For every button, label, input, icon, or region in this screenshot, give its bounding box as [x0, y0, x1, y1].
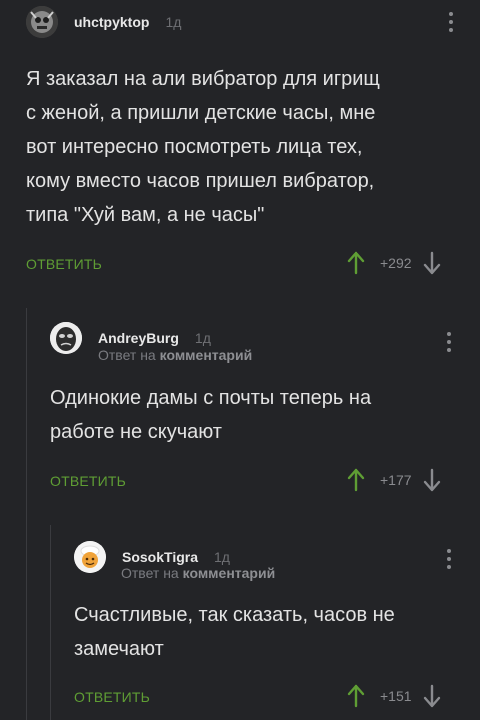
avatar[interactable] — [26, 6, 58, 38]
comment-time: 1д — [194, 330, 211, 346]
comment-line: типа "Хуй вам, а не часы" — [26, 204, 265, 226]
parent-comment-link[interactable]: комментарий — [160, 347, 253, 363]
avatar[interactable] — [50, 322, 82, 354]
avatar-image — [26, 6, 58, 38]
avatar[interactable] — [74, 541, 106, 573]
reply-to-prefix: Ответ на — [121, 565, 183, 581]
comment-time: 1д — [214, 549, 230, 565]
vote-controls: +177 — [346, 468, 442, 492]
comment-line: с женой, а пришли детские часы, мне — [26, 102, 376, 124]
comment-line: Счастливые, так сказать, часов не — [74, 604, 395, 626]
comment-time: 1д — [165, 14, 182, 30]
avatar-image — [50, 322, 82, 354]
comment-line: Я заказал на али вибратор для игрищ — [26, 68, 380, 90]
more-vertical-icon[interactable] — [448, 12, 454, 32]
thread-line — [26, 308, 27, 720]
comment-text: Счастливые, так сказать, часов не замеча… — [74, 598, 395, 666]
comment-line: кому вместо часов пришел вибратор, — [26, 170, 375, 192]
score: +292 — [380, 255, 412, 271]
username[interactable]: AndreyBurg — [98, 330, 179, 346]
reply-to-subtitle: Ответ на комментарий — [121, 565, 275, 581]
comment-line: работе не скучают — [50, 421, 222, 443]
comment-line: вот интересно посмотреть лица тех, — [26, 136, 363, 158]
reply-button[interactable]: ОТВЕТИТЬ — [50, 473, 126, 489]
upvote-arrow-icon[interactable] — [346, 251, 366, 275]
upvote-arrow-icon[interactable] — [346, 468, 366, 492]
comment-line: Одинокие дамы с почты теперь на — [50, 387, 372, 409]
more-vertical-icon[interactable] — [446, 332, 452, 352]
username[interactable]: uhctpyktop — [74, 14, 149, 30]
username[interactable]: SosokTigra — [122, 549, 198, 565]
upvote-arrow-icon[interactable] — [346, 684, 366, 708]
reply-to-subtitle: Ответ на комментарий — [98, 347, 252, 363]
reply-button[interactable]: ОТВЕТИТЬ — [74, 689, 150, 705]
downvote-arrow-icon[interactable] — [422, 684, 442, 708]
downvote-arrow-icon[interactable] — [422, 468, 442, 492]
downvote-arrow-icon[interactable] — [422, 251, 442, 275]
avatar-image — [74, 541, 106, 573]
score: +151 — [380, 688, 412, 704]
comment-header: uhctpyktop 1д — [26, 6, 181, 38]
comment-text: Я заказал на али вибратор для игрищ с же… — [26, 62, 380, 232]
comment-text: Одинокие дамы с почты теперь на работе н… — [50, 381, 371, 449]
comment-line: замечают — [74, 638, 164, 660]
reply-button[interactable]: ОТВЕТИТЬ — [26, 256, 102, 272]
vote-controls: +151 — [346, 684, 442, 708]
thread-line — [50, 525, 51, 720]
reply-to-prefix: Ответ на — [98, 347, 160, 363]
vote-controls: +292 — [346, 251, 442, 275]
more-vertical-icon[interactable] — [446, 549, 452, 569]
parent-comment-link[interactable]: комментарий — [183, 565, 276, 581]
score: +177 — [380, 472, 412, 488]
